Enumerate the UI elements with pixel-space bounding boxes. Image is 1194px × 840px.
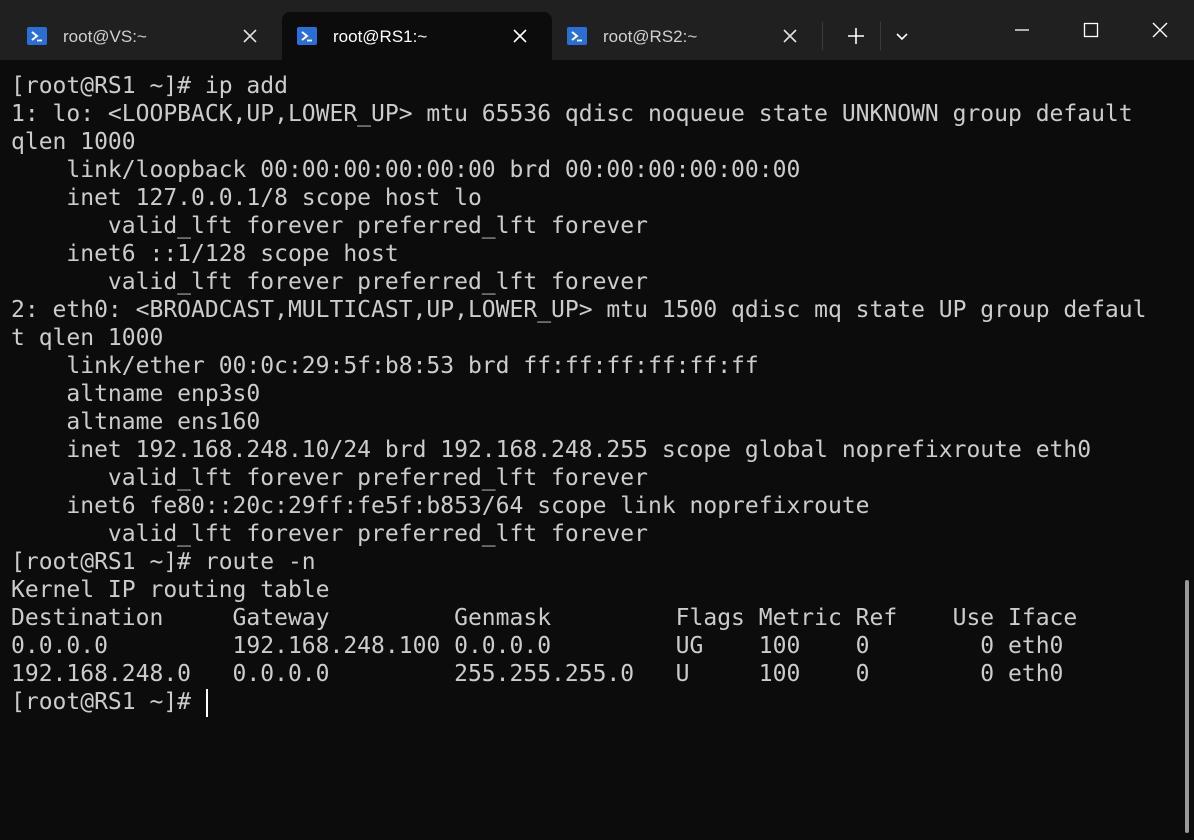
terminal-line: inet 192.168.248.10/24 brd 192.168.248.2… xyxy=(11,437,1092,463)
new-tab-button[interactable] xyxy=(838,18,874,54)
tab-root-rs1[interactable]: root@RS1:~ xyxy=(282,12,552,60)
tab-root-rs2[interactable]: root@RS2:~ xyxy=(552,12,822,60)
tab-separator xyxy=(822,22,823,50)
scrollbar-thumb[interactable] xyxy=(1185,580,1189,833)
terminal-line: 0.0.0.0 192.168.248.100 0.0.0.0 UG 100 0… xyxy=(11,633,1064,659)
minimize-icon xyxy=(1015,29,1029,31)
title-bar: root@VS:~ root@RS1:~ root@RS2:~ xyxy=(0,0,1194,60)
tab-separator xyxy=(880,22,881,50)
terminal-lines: [root@RS1 ~]# ip add 1: lo: <LOOPBACK,UP… xyxy=(11,72,1146,716)
terminal-line: link/loopback 00:00:00:00:00:00 brd 00:0… xyxy=(11,157,801,183)
chevron-down-icon xyxy=(896,33,908,41)
close-icon[interactable] xyxy=(240,26,260,46)
tab-dropdown-button[interactable] xyxy=(884,18,920,54)
terminal-line: qlen 1000 xyxy=(11,129,136,155)
terminal-line: [root@RS1 ~]# route -n xyxy=(11,549,316,575)
terminal-line: inet6 ::1/128 scope host xyxy=(11,241,399,267)
tab-title: root@RS1:~ xyxy=(333,27,428,46)
terminal-line: valid_lft forever preferred_lft forever xyxy=(11,269,648,295)
terminal-line: [root@RS1 ~]# ip add xyxy=(11,73,288,99)
terminal-line: inet6 fe80::20c:29ff:fe5f:b853/64 scope … xyxy=(11,493,870,519)
terminal-line: valid_lft forever preferred_lft forever xyxy=(11,465,648,491)
terminal-output[interactable]: [root@RS1 ~]# ip add 1: lo: <LOOPBACK,UP… xyxy=(0,60,1194,840)
terminal-line: link/ether 00:0c:29:5f:b8:53 brd ff:ff:f… xyxy=(11,353,759,379)
terminal-prompt-line: [root@RS1 ~]# xyxy=(11,689,205,715)
text-cursor xyxy=(206,689,208,717)
maximize-icon xyxy=(1083,22,1099,38)
terminal-line: altname enp3s0 xyxy=(11,381,261,407)
terminal-line: altname ens160 xyxy=(11,409,261,435)
terminal-line: inet 127.0.0.1/8 scope host lo xyxy=(11,185,482,211)
powershell-icon xyxy=(27,27,47,45)
plus-icon xyxy=(848,28,864,44)
powershell-icon xyxy=(297,27,317,45)
maximize-button[interactable] xyxy=(1057,0,1125,60)
window-close-icon xyxy=(1152,22,1168,38)
minimize-button[interactable] xyxy=(988,0,1056,60)
terminal-window: root@VS:~ root@RS1:~ root@RS2:~ [root@RS… xyxy=(0,0,1194,840)
terminal-line: 192.168.248.0 0.0.0.0 255.255.255.0 U 10… xyxy=(11,661,1064,687)
terminal-line: valid_lft forever preferred_lft forever xyxy=(11,213,648,239)
terminal-line: t qlen 1000 xyxy=(11,325,164,351)
window-close-button[interactable] xyxy=(1126,0,1194,60)
tab-root-vs[interactable]: root@VS:~ xyxy=(12,12,282,60)
tab-title: root@VS:~ xyxy=(63,27,147,46)
terminal-line: Kernel IP routing table xyxy=(11,577,330,603)
close-icon[interactable] xyxy=(780,26,800,46)
close-icon[interactable] xyxy=(510,26,530,46)
terminal-line: Destination Gateway Genmask Flags Metric… xyxy=(11,605,1078,631)
terminal-line: 2: eth0: <BROADCAST,MULTICAST,UP,LOWER_U… xyxy=(11,297,1147,323)
terminal-line: valid_lft forever preferred_lft forever xyxy=(11,521,648,547)
powershell-icon xyxy=(567,27,587,45)
terminal-line: 1: lo: <LOOPBACK,UP,LOWER_UP> mtu 65536 … xyxy=(11,101,1133,127)
tab-title: root@RS2:~ xyxy=(603,27,698,46)
